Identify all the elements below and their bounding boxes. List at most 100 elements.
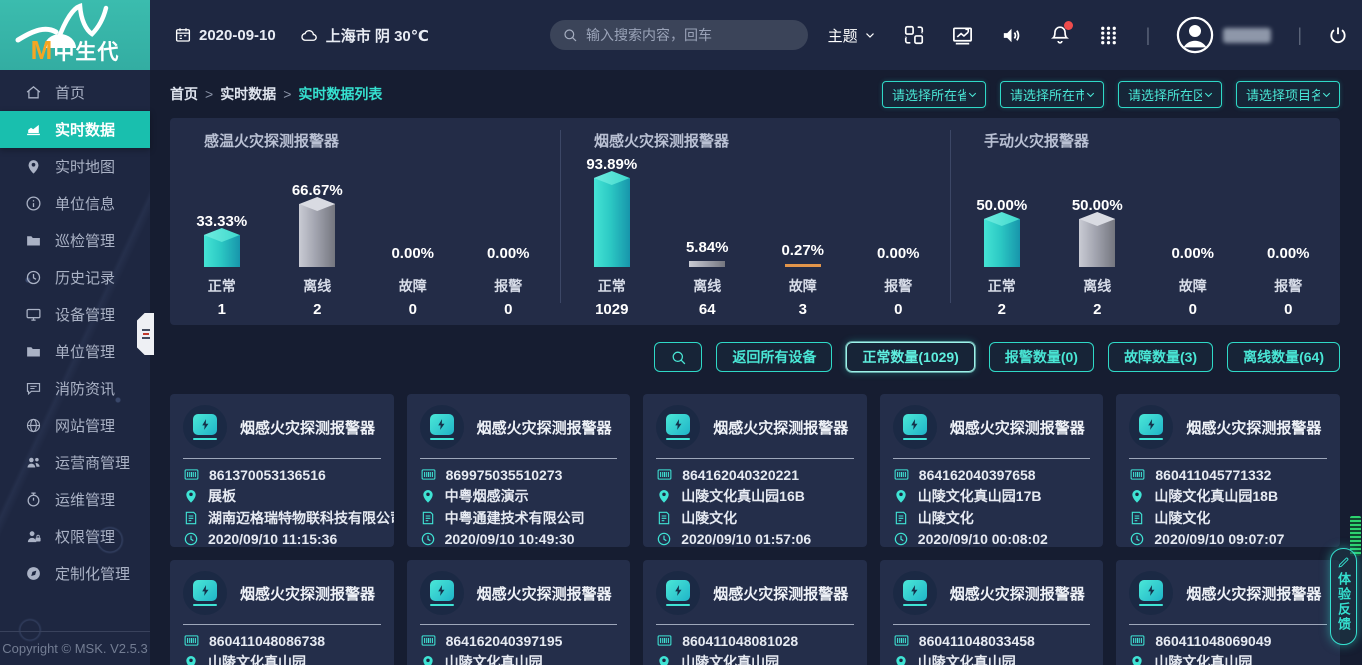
device-imei-row: 860411045771332 <box>1129 464 1327 486</box>
device-imei: 864162040397195 <box>446 633 563 649</box>
sidebar-item[interactable]: 消防资讯 <box>0 370 150 407</box>
barcode-icon <box>656 632 673 649</box>
device-imei: 860411048086738 <box>209 633 325 649</box>
device-card[interactable]: 烟感火灾探测报警器 864162040397195 山陵文化真山园 <box>407 560 631 665</box>
count-filter-button[interactable]: 返回所有设备 <box>716 342 832 372</box>
sidebar-item[interactable]: 单位管理 <box>0 333 150 370</box>
sidebar-item[interactable]: 运维管理 <box>0 481 150 518</box>
device-card[interactable]: 烟感火灾探测报警器 864162040320221 山陵文化真山园16B 山陵文… <box>643 394 867 547</box>
device-card[interactable]: 烟感火灾探测报警器 869975035510273 中粤烟感演示 中粤通建技术有… <box>407 394 631 547</box>
stat-label: 离线 <box>303 276 331 296</box>
device-card[interactable]: 烟感火灾探测报警器 861370053136516 展板 湖南迈格瑞特物联科技有… <box>170 394 394 547</box>
big-screen-button[interactable] <box>951 24 974 47</box>
sidebar-item-icon <box>25 565 42 582</box>
stat-percent: 66.67% <box>292 182 343 199</box>
badge-underline <box>666 438 690 440</box>
filter-select[interactable]: 请选择项目名称 <box>1236 81 1340 108</box>
device-card-header: 烟感火灾探测报警器 <box>656 571 854 615</box>
breadcrumb-item[interactable]: > 实时数据 <box>205 84 276 104</box>
sidebar-item[interactable]: 巡检管理 <box>0 222 150 259</box>
device-card[interactable]: 烟感火灾探测报警器 860411045771332 山陵文化真山园18B 山陵文… <box>1116 394 1340 547</box>
location-pin-icon <box>183 488 199 504</box>
sidebar-item[interactable]: 单位信息 <box>0 185 150 222</box>
barcode-icon <box>893 632 910 649</box>
location-pin-icon <box>656 654 672 665</box>
device-imei: 860411048081028 <box>682 633 798 649</box>
device-company-row: 中粤通建技术有限公司 <box>420 507 618 529</box>
app-logo[interactable]: M中生代 <box>0 0 150 70</box>
stat-count: 3 <box>799 301 807 318</box>
device-imei-row: 864162040397658 <box>893 464 1091 486</box>
count-filter-button[interactable]: 报警数量(0) <box>989 342 1094 372</box>
notifications-button[interactable] <box>1049 24 1071 46</box>
device-card[interactable]: 烟感火灾探测报警器 860411048069049 山陵文化真山园 <box>1116 560 1340 665</box>
search-icon <box>670 349 687 366</box>
stat-count: 0 <box>1189 301 1197 318</box>
device-badge <box>893 405 937 449</box>
sidebar-item[interactable]: 首页 <box>0 74 150 111</box>
region-filters: 请选择所在省 请选择所在市 请选择所在区县 请选择项目名称 <box>882 81 1340 108</box>
global-search[interactable] <box>550 20 808 50</box>
stat-label: 故障 <box>1179 276 1207 296</box>
sidebar-collapse-handle[interactable] <box>137 313 154 355</box>
device-card[interactable]: 烟感火灾探测报警器 860411048081028 山陵文化真山园 <box>643 560 867 665</box>
badge-underline <box>1139 604 1163 606</box>
device-card[interactable]: 烟感火灾探测报警器 860411048086738 山陵文化真山园 <box>170 560 394 665</box>
feedback-tab[interactable]: 体验反馈 <box>1330 548 1357 645</box>
sound-button[interactable] <box>1000 24 1023 47</box>
sidebar-item[interactable]: 设备管理 <box>0 296 150 333</box>
chevron-down-icon <box>1202 88 1215 101</box>
stat-count: 0 <box>504 301 512 318</box>
breadcrumb-item[interactable]: > 首页 <box>170 84 198 104</box>
filter-select[interactable]: 请选择所在市 <box>1000 81 1104 108</box>
stats-columns: 50.00% 正常 2 50.00% 离线 2 <box>954 150 1336 318</box>
sidebar-item[interactable]: 权限管理 <box>0 518 150 555</box>
sidebar-item-label: 单位信息 <box>55 193 115 214</box>
breadcrumb-item[interactable]: > 实时数据列表 <box>283 84 382 104</box>
search-filter-button[interactable] <box>654 342 702 372</box>
device-card-header: 烟感火灾探测报警器 <box>420 571 618 615</box>
sidebar-item[interactable]: 历史记录 <box>0 259 150 296</box>
badge-underline <box>903 604 927 606</box>
sidebar-item-icon <box>25 84 42 101</box>
sidebar-item[interactable]: 实时地图 <box>0 148 150 185</box>
stats-column: 0.00% 报警 0 <box>461 245 557 318</box>
device-type: 烟感火灾探测报警器 <box>1186 417 1321 438</box>
filter-select[interactable]: 请选择所在区县 <box>1118 81 1222 108</box>
sidebar-item[interactable]: 运营商管理 <box>0 444 150 481</box>
stat-count: 1 <box>218 301 226 318</box>
filter-select[interactable]: 请选择所在省 <box>882 81 986 108</box>
sidebar-item-icon <box>25 491 42 508</box>
badge-underline <box>430 438 454 440</box>
stat-bar <box>689 261 725 267</box>
device-location: 山陵文化真山园 <box>445 652 543 665</box>
count-filter-button[interactable]: 正常数量(1029) <box>846 342 974 372</box>
device-location: 山陵文化真山园16B <box>681 486 805 506</box>
user-account[interactable] <box>1176 16 1271 54</box>
stats-column: 66.67% 离线 2 <box>270 182 366 318</box>
sidebar-item[interactable]: 实时数据 <box>0 111 150 148</box>
bolt-icon <box>1145 418 1158 431</box>
layout-swap-button[interactable] <box>903 24 925 46</box>
topbar: M中生代 2020-09-10 上海市 阴 30℃ 主题 | <box>0 0 1362 70</box>
stats-group-title: 烟感火灾探测报警器 <box>564 130 946 150</box>
avatar[interactable] <box>1176 16 1214 54</box>
card-divider <box>893 458 1091 459</box>
device-type: 烟感火灾探测报警器 <box>240 417 375 438</box>
count-filter-button[interactable]: 离线数量(64) <box>1227 342 1340 372</box>
device-imei-row: 860411048069049 <box>1129 630 1327 652</box>
theme-dropdown[interactable]: 主题 <box>828 25 877 46</box>
device-card[interactable]: 烟感火灾探测报警器 860411048033458 山陵文化真山园 <box>880 560 1104 665</box>
count-filter-button[interactable]: 故障数量(3) <box>1108 342 1213 372</box>
bolt-icon <box>908 584 921 597</box>
sidebar-item-label: 历史记录 <box>55 267 115 288</box>
sidebar-item[interactable]: 定制化管理 <box>0 555 150 592</box>
device-card[interactable]: 烟感火灾探测报警器 864162040397658 山陵文化真山园17B 山陵文… <box>880 394 1104 547</box>
device-card-header: 烟感火灾探测报警器 <box>656 405 854 449</box>
sidebar-item[interactable]: 网站管理 <box>0 407 150 444</box>
device-imei: 861370053136516 <box>209 467 326 483</box>
logout-button[interactable] <box>1328 25 1348 45</box>
search-input[interactable] <box>586 27 796 43</box>
sidebar-item-label: 网站管理 <box>55 415 115 436</box>
apps-grid-button[interactable] <box>1097 24 1120 47</box>
